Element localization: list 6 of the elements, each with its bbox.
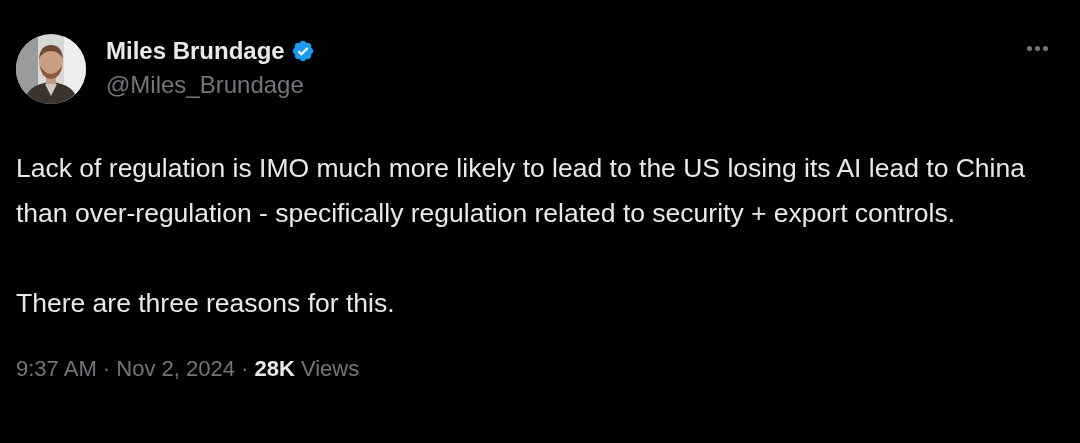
tweet-text: Lack of regulation is IMO much more likely to lead to the US losing its AI lead to China than over-regulation - specifically regulation related to security + export controls. [16, 152, 1026, 230]
tweet-metadata: 9:37 AM · Nov 2, 2024 · 28K Views [16, 356, 361, 382]
tweet-text: There are three reasons for this. [16, 287, 396, 320]
more-options-icon[interactable] [1027, 46, 1048, 51]
author-name[interactable]: Miles Brundage [106, 37, 285, 65]
author-handle[interactable]: @Miles_Brundage [106, 71, 315, 99]
